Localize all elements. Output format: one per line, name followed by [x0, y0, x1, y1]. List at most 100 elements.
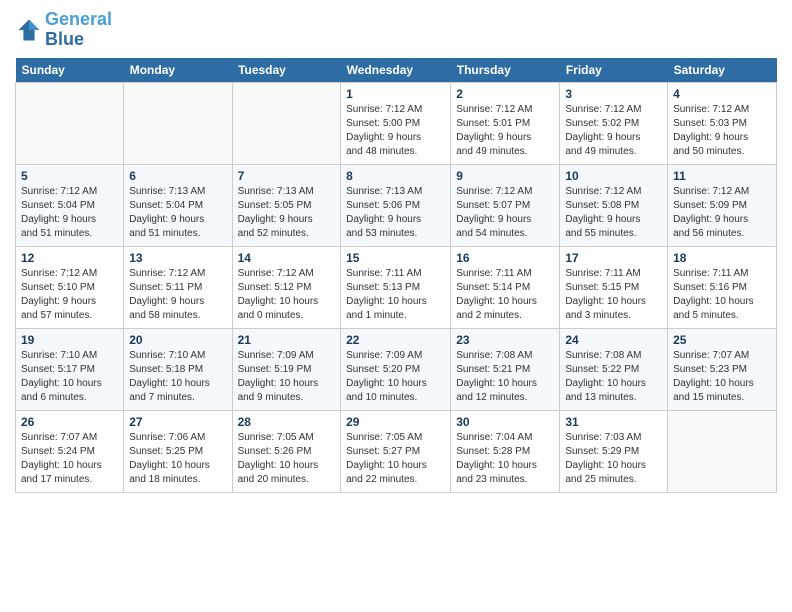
- week-row-4: 19Sunrise: 7:10 AM Sunset: 5:17 PM Dayli…: [16, 328, 777, 410]
- calendar-cell: 8 Sunrise: 7:13 AM Sunset: 5:06 PM Daylig…: [341, 164, 451, 246]
- calendar-cell: 15Sunrise: 7:11 AM Sunset: 5:13 PM Dayli…: [341, 246, 451, 328]
- calendar-cell: 12 Sunrise: 7:12 AM Sunset: 5:10 PM Dayli…: [16, 246, 124, 328]
- calendar-table: SundayMondayTuesdayWednesdayThursdayFrid…: [15, 58, 777, 493]
- day-info: Sunrise: 7:11 AM Sunset: 5:15 PM Dayligh…: [565, 267, 662, 323]
- calendar-cell: 14 Sunrise: 7:12 AM Sunset: 5:12 PM Dayli…: [232, 246, 341, 328]
- day-number: 14: [238, 251, 336, 265]
- day-info: Sunrise: 7:12 AM Sunset: 5:02 PM Dayligh…: [565, 103, 662, 159]
- calendar-cell: 19Sunrise: 7:10 AM Sunset: 5:17 PM Dayli…: [16, 328, 124, 410]
- calendar-cell: 13Sunrise: 7:12 AM Sunset: 5:11 PM Dayli…: [124, 246, 232, 328]
- day-info: Sunrise: 7:10 AM Sunset: 5:18 PM Dayligh…: [129, 349, 226, 405]
- calendar-cell: 16 Sunrise: 7:11 AM Sunset: 5:14 PM Dayli…: [451, 246, 560, 328]
- calendar-cell: 21 Sunrise: 7:09 AM Sunset: 5:19 PM Dayli…: [232, 328, 341, 410]
- day-info: Sunrise: 7:11 AM Sunset: 5:13 PM Dayligh…: [346, 267, 445, 323]
- day-info: Sunrise: 7:08 AM Sunset: 5:21 PM Dayligh…: [456, 349, 554, 405]
- day-info: Sunrise: 7:12 AM Sunset: 5:08 PM Dayligh…: [565, 185, 662, 241]
- logo-blue: Blue: [45, 29, 84, 49]
- calendar-cell: 2 Sunrise: 7:12 AM Sunset: 5:01 PM Daylig…: [451, 82, 560, 164]
- col-header-wednesday: Wednesday: [341, 58, 451, 83]
- day-number: 12: [21, 251, 118, 265]
- calendar-cell: 28Sunrise: 7:05 AM Sunset: 5:26 PM Dayli…: [232, 410, 341, 492]
- day-info: Sunrise: 7:09 AM Sunset: 5:20 PM Dayligh…: [346, 349, 445, 405]
- calendar-cell: 26 Sunrise: 7:07 AM Sunset: 5:24 PM Dayli…: [16, 410, 124, 492]
- day-info: Sunrise: 7:12 AM Sunset: 5:07 PM Dayligh…: [456, 185, 554, 241]
- calendar-cell: 17 Sunrise: 7:11 AM Sunset: 5:15 PM Dayli…: [560, 246, 668, 328]
- calendar-cell: 23 Sunrise: 7:08 AM Sunset: 5:21 PM Dayli…: [451, 328, 560, 410]
- day-number: 23: [456, 333, 554, 347]
- day-info: Sunrise: 7:12 AM Sunset: 5:00 PM Dayligh…: [346, 103, 445, 159]
- calendar-cell: 6Sunrise: 7:13 AM Sunset: 5:04 PM Daylig…: [124, 164, 232, 246]
- calendar-cell: 3 Sunrise: 7:12 AM Sunset: 5:02 PM Daylig…: [560, 82, 668, 164]
- day-info: Sunrise: 7:11 AM Sunset: 5:16 PM Dayligh…: [673, 267, 771, 323]
- day-info: Sunrise: 7:12 AM Sunset: 5:03 PM Dayligh…: [673, 103, 771, 159]
- day-info: Sunrise: 7:12 AM Sunset: 5:01 PM Dayligh…: [456, 103, 554, 159]
- day-number: 13: [129, 251, 226, 265]
- calendar-header-row: SundayMondayTuesdayWednesdayThursdayFrid…: [16, 58, 777, 83]
- week-row-3: 12 Sunrise: 7:12 AM Sunset: 5:10 PM Dayli…: [16, 246, 777, 328]
- calendar-cell: 29 Sunrise: 7:05 AM Sunset: 5:27 PM Dayli…: [341, 410, 451, 492]
- day-number: 1: [346, 87, 445, 101]
- day-info: Sunrise: 7:12 AM Sunset: 5:04 PM Dayligh…: [21, 185, 118, 241]
- day-number: 17: [565, 251, 662, 265]
- day-number: 30: [456, 415, 554, 429]
- calendar-cell: 22Sunrise: 7:09 AM Sunset: 5:20 PM Dayli…: [341, 328, 451, 410]
- day-info: Sunrise: 7:12 AM Sunset: 5:12 PM Dayligh…: [238, 267, 336, 323]
- calendar-cell: 11 Sunrise: 7:12 AM Sunset: 5:09 PM Dayli…: [668, 164, 777, 246]
- calendar-cell: 24 Sunrise: 7:08 AM Sunset: 5:22 PM Dayli…: [560, 328, 668, 410]
- day-info: Sunrise: 7:04 AM Sunset: 5:28 PM Dayligh…: [456, 431, 554, 487]
- day-number: 3: [565, 87, 662, 101]
- col-header-sunday: Sunday: [16, 58, 124, 83]
- day-number: 29: [346, 415, 445, 429]
- day-info: Sunrise: 7:05 AM Sunset: 5:27 PM Dayligh…: [346, 431, 445, 487]
- calendar-cell: [668, 410, 777, 492]
- calendar-cell: 30 Sunrise: 7:04 AM Sunset: 5:28 PM Dayli…: [451, 410, 560, 492]
- day-number: 10: [565, 169, 662, 183]
- day-number: 25: [673, 333, 771, 347]
- calendar-cell: 1 Sunrise: 7:12 AM Sunset: 5:00 PM Daylig…: [341, 82, 451, 164]
- calendar-cell: 4Sunrise: 7:12 AM Sunset: 5:03 PM Daylig…: [668, 82, 777, 164]
- calendar-cell: 25Sunrise: 7:07 AM Sunset: 5:23 PM Dayli…: [668, 328, 777, 410]
- day-number: 24: [565, 333, 662, 347]
- page-header: General Blue: [15, 10, 777, 50]
- day-info: Sunrise: 7:03 AM Sunset: 5:29 PM Dayligh…: [565, 431, 662, 487]
- calendar-cell: 7Sunrise: 7:13 AM Sunset: 5:05 PM Daylig…: [232, 164, 341, 246]
- day-info: Sunrise: 7:12 AM Sunset: 5:09 PM Dayligh…: [673, 185, 771, 241]
- col-header-monday: Monday: [124, 58, 232, 83]
- day-number: 2: [456, 87, 554, 101]
- calendar-container: General Blue SundayMondayTuesdayWednesda…: [0, 0, 792, 612]
- col-header-tuesday: Tuesday: [232, 58, 341, 83]
- day-number: 31: [565, 415, 662, 429]
- day-info: Sunrise: 7:13 AM Sunset: 5:06 PM Dayligh…: [346, 185, 445, 241]
- day-number: 21: [238, 333, 336, 347]
- day-info: Sunrise: 7:07 AM Sunset: 5:24 PM Dayligh…: [21, 431, 118, 487]
- col-header-thursday: Thursday: [451, 58, 560, 83]
- calendar-cell: 31 Sunrise: 7:03 AM Sunset: 5:29 PM Dayli…: [560, 410, 668, 492]
- day-number: 28: [238, 415, 336, 429]
- calendar-cell: [232, 82, 341, 164]
- day-number: 8: [346, 169, 445, 183]
- day-number: 9: [456, 169, 554, 183]
- day-number: 16: [456, 251, 554, 265]
- calendar-cell: [124, 82, 232, 164]
- calendar-cell: 5Sunrise: 7:12 AM Sunset: 5:04 PM Daylig…: [16, 164, 124, 246]
- day-number: 11: [673, 169, 771, 183]
- day-info: Sunrise: 7:12 AM Sunset: 5:10 PM Dayligh…: [21, 267, 118, 323]
- week-row-2: 5Sunrise: 7:12 AM Sunset: 5:04 PM Daylig…: [16, 164, 777, 246]
- calendar-cell: 27Sunrise: 7:06 AM Sunset: 5:25 PM Dayli…: [124, 410, 232, 492]
- day-info: Sunrise: 7:08 AM Sunset: 5:22 PM Dayligh…: [565, 349, 662, 405]
- week-row-1: 1 Sunrise: 7:12 AM Sunset: 5:00 PM Daylig…: [16, 82, 777, 164]
- day-info: Sunrise: 7:09 AM Sunset: 5:19 PM Dayligh…: [238, 349, 336, 405]
- logo-general: General: [45, 9, 112, 29]
- col-header-saturday: Saturday: [668, 58, 777, 83]
- day-number: 19: [21, 333, 118, 347]
- calendar-cell: [16, 82, 124, 164]
- calendar-cell: 20Sunrise: 7:10 AM Sunset: 5:18 PM Dayli…: [124, 328, 232, 410]
- col-header-friday: Friday: [560, 58, 668, 83]
- logo: General Blue: [15, 10, 112, 50]
- day-number: 26: [21, 415, 118, 429]
- day-info: Sunrise: 7:11 AM Sunset: 5:14 PM Dayligh…: [456, 267, 554, 323]
- day-number: 7: [238, 169, 336, 183]
- calendar-cell: 9 Sunrise: 7:12 AM Sunset: 5:07 PM Daylig…: [451, 164, 560, 246]
- calendar-cell: 10 Sunrise: 7:12 AM Sunset: 5:08 PM Dayli…: [560, 164, 668, 246]
- calendar-cell: 18Sunrise: 7:11 AM Sunset: 5:16 PM Dayli…: [668, 246, 777, 328]
